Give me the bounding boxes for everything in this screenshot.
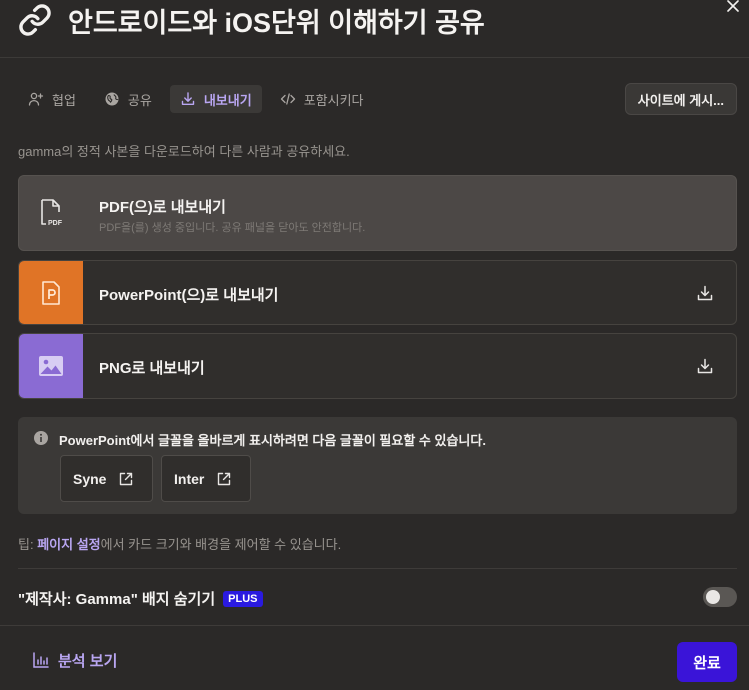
powerpoint-icon [42, 280, 60, 305]
external-link-icon [218, 472, 231, 485]
tab-collaborate-label: 협업 [52, 92, 76, 108]
add-user-icon [28, 92, 44, 106]
hide-badge-setting: "제작사: Gamma" 배지 숨기기 PLUS [18, 588, 263, 609]
external-link-icon [120, 472, 133, 485]
svg-text:PDF: PDF [48, 220, 63, 227]
export-pdf-option[interactable]: PDF PDF(으)로 내보내기 PDF을(를) 생성 중입니다. 공유 패널을… [18, 175, 737, 251]
font-link-inter[interactable]: Inter [161, 455, 251, 502]
font-link-syne[interactable]: Syne [60, 455, 153, 502]
font-name-inter: Inter [174, 470, 205, 487]
publish-to-site-button[interactable]: 사이트에 게시... [624, 83, 737, 115]
export-png-option[interactable]: PNG로 내보내기 [18, 333, 737, 399]
pdf-icon-box: PDF [19, 176, 83, 250]
modal-footer: 분석 보기 완료 [0, 625, 749, 690]
tab-export-label: 내보내기 [203, 92, 252, 108]
close-icon[interactable] [725, 0, 741, 14]
export-powerpoint-title: PowerPoint(으)로 내보내기 [99, 287, 279, 304]
share-dialog-title: 안드로이드와 iOS단위 이해하기 공유 [68, 8, 485, 38]
share-tabs: 협업 공유 내보내기 포함시키다 [18, 85, 374, 113]
tip-suffix: 에서 카드 크기와 배경을 제어할 수 있습니다. [100, 537, 342, 552]
font-requirements-notice: PowerPoint에서 글꼴을 올바르게 표시하려면 다음 글꼴이 필요할 수… [18, 417, 737, 514]
tab-embed[interactable]: 포함시키다 [270, 85, 374, 113]
powerpoint-icon-box [19, 261, 83, 324]
tab-embed-label: 포함시키다 [303, 92, 364, 108]
export-powerpoint-option[interactable]: PowerPoint(으)로 내보내기 [18, 260, 737, 325]
tab-collaborate[interactable]: 협업 [18, 85, 86, 113]
font-notice-text: PowerPoint에서 글꼴을 올바르게 표시하려면 다음 글꼴이 필요할 수… [59, 433, 486, 448]
image-icon [39, 356, 63, 376]
page-settings-link[interactable]: 페이지 설정 [37, 537, 100, 552]
page-settings-tip: 팁: 페이지 설정에서 카드 크기와 배경을 제어할 수 있습니다. [18, 534, 341, 553]
pdf-file-icon: PDF [41, 199, 63, 227]
done-button[interactable]: 완료 [677, 642, 737, 682]
image-icon-box [19, 334, 83, 398]
code-icon [280, 93, 295, 105]
tab-export[interactable]: 내보내기 [169, 85, 262, 113]
export-pdf-title: PDF(으)로 내보내기 [99, 199, 226, 216]
view-analytics-button[interactable]: 분석 보기 [22, 644, 127, 676]
export-description: gamma의 정적 사본을 다운로드하여 다른 사람과 공유하세요. [18, 144, 350, 159]
tab-share-label: 공유 [127, 92, 152, 108]
download-icon[interactable] [696, 357, 714, 375]
link-icon [19, 4, 51, 36]
download-icon [181, 92, 195, 105]
download-icon[interactable] [696, 284, 714, 302]
view-analytics-label: 분석 보기 [58, 652, 118, 670]
plus-plan-badge: PLUS [223, 590, 263, 607]
font-name-syne: Syne [73, 470, 107, 487]
hide-badge-toggle[interactable] [703, 587, 737, 607]
tip-prefix: 팁: [18, 537, 34, 552]
bar-chart-icon [33, 652, 49, 668]
toggle-knob [706, 590, 720, 604]
globe-icon [105, 92, 119, 106]
export-pdf-status: PDF을(를) 생성 중입니다. 공유 패널을 닫아도 안전합니다. [99, 222, 366, 234]
export-png-title: PNG로 내보내기 [99, 360, 205, 377]
modal-header: 안드로이드와 iOS단위 이해하기 공유 [0, 0, 749, 58]
hide-badge-label: "제작사: Gamma" 배지 숨기기 [18, 591, 216, 608]
info-icon [34, 431, 48, 445]
tab-share[interactable]: 공유 [94, 85, 162, 113]
divider [18, 568, 737, 569]
